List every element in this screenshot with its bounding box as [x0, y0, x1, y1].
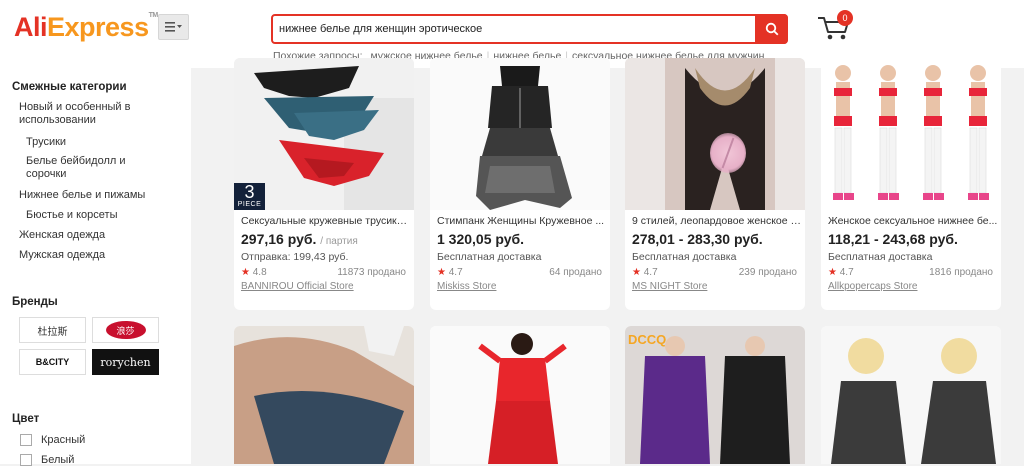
product-title[interactable]: Женское сексуальное нижнее бе... [828, 215, 998, 227]
product-title[interactable]: Стимпанк Женщины Кружевное ... [437, 215, 607, 227]
product-image[interactable] [430, 58, 610, 210]
logo-tm: TM [148, 12, 159, 19]
shipping-info: Отправка: 199,43 руб. [241, 251, 349, 263]
rating-value: 4.7 [448, 267, 463, 278]
price-value: 1 320,05 руб. [437, 231, 525, 247]
logo-main: Ali [14, 12, 48, 42]
sold-count: 64 продано [549, 267, 602, 278]
product-photo [625, 58, 805, 210]
product-card[interactable]: Стимпанк Женщины Кружевное ... 1 320,05 … [430, 58, 610, 310]
product-rating: ★ 4.8 [241, 267, 267, 278]
product-image[interactable] [625, 58, 805, 210]
product-photo [821, 58, 1001, 210]
product-photo [821, 326, 1001, 464]
category-link[interactable]: Белье бейбидолл и сорочки [26, 155, 156, 181]
color-option-label: Красный [41, 434, 86, 446]
category-link[interactable]: Трусики [26, 136, 66, 149]
product-rating: ★ 4.7 [437, 267, 463, 278]
product-card[interactable]: 3 PIECE Сексуальные кружевные трусики...… [234, 58, 414, 310]
badge-text: PIECE [237, 201, 262, 208]
product-title[interactable]: 9 стилей, леопардовое женское с... [632, 215, 802, 227]
rating-value: 4.7 [839, 267, 854, 278]
color-option-label: Белый [41, 454, 75, 466]
price-value: 297,16 руб. [241, 231, 317, 247]
color-option[interactable]: Красный [20, 434, 85, 446]
product-price: 118,21 - 243,68 руб. [828, 231, 958, 247]
product-card[interactable] [821, 326, 1001, 464]
search-input[interactable]: нижнее белье для женщин эротическое [279, 16, 749, 42]
product-title[interactable]: Сексуальные кружевные трусики... [241, 215, 411, 227]
related-categories-title: Смежные категории [12, 81, 127, 93]
product-image[interactable] [821, 58, 1001, 210]
censor-blur [710, 133, 746, 173]
color-option[interactable]: Белый [20, 454, 74, 466]
product-price: 1 320,05 руб. [437, 231, 524, 247]
price-value: 278,01 - 283,30 руб. [632, 231, 763, 247]
brand-logo[interactable]: 杜拉斯 [19, 317, 86, 343]
logo-accent: Express [47, 12, 149, 42]
store-link[interactable]: Miskiss Store [437, 281, 496, 292]
category-menu-button[interactable] [158, 14, 189, 40]
product-price: 278,01 - 283,30 руб. [632, 231, 763, 247]
search-icon [765, 22, 778, 36]
store-link[interactable]: MS NIGHT Store [632, 281, 707, 292]
category-link[interactable]: Новый и особенный в использовании [19, 101, 169, 127]
search-button[interactable] [755, 14, 788, 44]
menu-icon [164, 22, 182, 32]
product-card[interactable]: DCCQ [625, 326, 805, 464]
aliexpress-logo[interactable]: AliExpressTM [14, 12, 158, 43]
sold-count: 239 продано [738, 267, 797, 278]
brand-logo[interactable]: B&CITY [19, 349, 86, 375]
price-unit: / партия [320, 236, 358, 247]
store-link[interactable]: BANNIROU Official Store [241, 281, 354, 292]
sold-count: 11873 продано [337, 267, 406, 278]
product-price: 297,16 руб. / партия [241, 231, 358, 247]
category-link[interactable]: Мужская одежда [19, 249, 105, 262]
brand-overlay: DCCQ [628, 332, 667, 347]
product-image[interactable]: 3 PIECE [234, 58, 414, 210]
product-card[interactable]: Женское сексуальное нижнее бе... 118,21 … [821, 58, 1001, 310]
star-icon: ★ [437, 267, 446, 278]
rating-value: 4.7 [643, 267, 658, 278]
product-card[interactable]: 9 стилей, леопардовое женское с... 278,0… [625, 58, 805, 310]
shipping-info: Бесплатная доставка [632, 251, 737, 263]
brand-logo-badge: 浪莎 [105, 321, 146, 339]
product-photo [234, 326, 414, 464]
category-link[interactable]: Женская одежда [19, 229, 105, 242]
brands-title: Бренды [12, 296, 58, 308]
brand-logo[interactable]: rorychen [92, 349, 159, 375]
product-photo [430, 58, 610, 210]
badge-number: 3 [244, 182, 255, 202]
color-filter-title: Цвет [12, 413, 40, 425]
store-link[interactable]: Allkpopercaps Store [828, 281, 918, 292]
product-card[interactable] [430, 326, 610, 464]
star-icon: ★ [828, 267, 837, 278]
checkbox[interactable] [20, 434, 32, 446]
shipping-info: Бесплатная доставка [828, 251, 933, 263]
product-card[interactable] [234, 326, 414, 464]
star-icon: ★ [241, 267, 250, 278]
search-bar: нижнее белье для женщин эротическое [271, 14, 788, 44]
category-link[interactable]: Нижнее белье и пижамы [19, 189, 145, 202]
sold-count: 1816 продано [929, 267, 993, 278]
product-photo [430, 326, 610, 464]
star-icon: ★ [632, 267, 641, 278]
quantity-badge: 3 PIECE [234, 183, 265, 210]
sidebar: Смежные категории Новый и особенный в ис… [0, 68, 191, 466]
brand-logo[interactable]: 浪莎 [92, 317, 159, 343]
price-value: 118,21 - 243,68 руб. [828, 231, 958, 247]
category-link[interactable]: Бюстье и корсеты [26, 209, 117, 222]
rating-value: 4.8 [252, 267, 267, 278]
checkbox[interactable] [20, 454, 32, 466]
product-rating: ★ 4.7 [828, 267, 854, 278]
product-rating: ★ 4.7 [632, 267, 658, 278]
cart-badge: 0 [837, 10, 853, 26]
shipping-info: Бесплатная доставка [437, 251, 542, 263]
